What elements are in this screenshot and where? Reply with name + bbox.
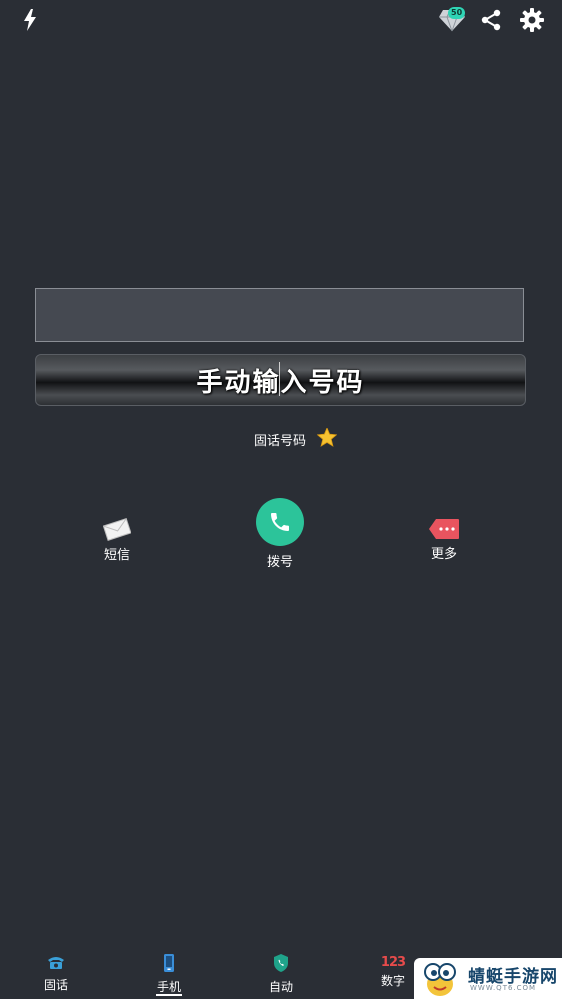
gear-icon [520, 8, 544, 32]
sms-label: 短信 [103, 548, 130, 563]
phone-icon [271, 513, 289, 531]
manual-input-label: 手动输入号码 [196, 367, 365, 398]
watermark-url: WWW.QT6.COM [470, 984, 537, 992]
share-icon [481, 9, 501, 31]
tab-auto[interactable]: 自动 [246, 954, 316, 995]
tab-mobile[interactable]: 手机 [134, 954, 204, 995]
flash-icon [24, 9, 36, 31]
star-icon[interactable] [316, 426, 338, 451]
more-button[interactable]: 更多 [399, 518, 489, 562]
landline-number-label[interactable]: 固话号码 [254, 430, 306, 449]
flash-button[interactable] [16, 6, 44, 34]
watermark: 蜻蜓手游网 WWW.QT6.COM [414, 958, 562, 999]
sms-button[interactable]: 短信 [72, 516, 162, 563]
diamond-button[interactable]: 50 [438, 6, 466, 34]
manual-input-button[interactable]: 手动输入号码 [35, 354, 526, 406]
tab-auto-label: 自动 [268, 980, 293, 994]
share-button[interactable] [477, 6, 505, 34]
more-label: 更多 [430, 547, 457, 562]
mobile-phone-icon [164, 954, 174, 972]
dial-circle[interactable] [256, 498, 304, 546]
diamond-count-badge: 50 [448, 7, 466, 19]
tab-mobile-label: 手机 [156, 980, 181, 994]
landline-phone-icon [48, 957, 64, 969]
number-display[interactable] [35, 288, 524, 342]
dragonfly-logo-icon [424, 963, 456, 996]
dial-button[interactable]: 拨号 [235, 498, 325, 570]
tab-landline[interactable]: 固话 [21, 954, 91, 993]
shield-phone-icon [274, 954, 288, 972]
more-tag-icon [429, 519, 459, 539]
envelope-icon [103, 518, 131, 541]
text-cursor [279, 362, 280, 396]
settings-button[interactable] [518, 6, 546, 34]
tab-landline-label: 固话 [43, 978, 68, 992]
dial-label: 拨号 [266, 555, 293, 570]
active-tab-indicator [156, 994, 182, 996]
